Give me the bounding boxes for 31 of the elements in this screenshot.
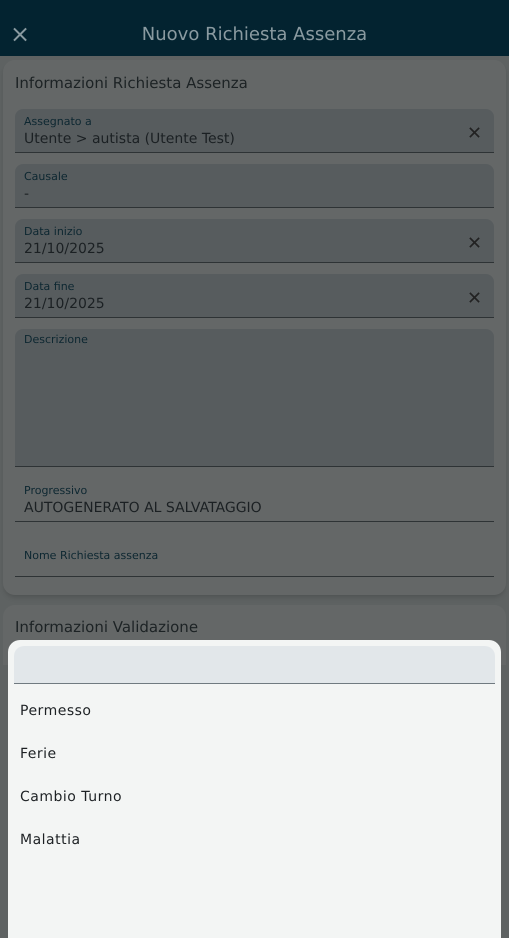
field-value: - bbox=[24, 185, 30, 204]
option-item[interactable]: Malattia bbox=[14, 819, 495, 862]
field-label: Causale bbox=[24, 170, 69, 184]
header-title: Nuovo Richiesta Assenza bbox=[142, 22, 368, 46]
section-title: Informazioni Validazione bbox=[15, 618, 198, 636]
field-value: 21/10/2025 bbox=[24, 240, 106, 259]
field-value: 21/10/2025 bbox=[24, 295, 106, 314]
field-label: Nome Richiesta assenza bbox=[24, 549, 160, 563]
field-label: Descrizione bbox=[24, 332, 89, 346]
input-field[interactable]: Progressivo AUTOGENERATO AL SALVATAGGIO bbox=[15, 478, 494, 522]
text-area[interactable]: Descrizione bbox=[15, 328, 494, 466]
input-field[interactable]: Data inizio 21/10/2025 bbox=[15, 218, 494, 262]
clear-icon[interactable] bbox=[468, 126, 481, 138]
close-button[interactable]: × bbox=[10, 20, 30, 48]
section-title: Informazioni Richiesta Assenza bbox=[15, 73, 249, 94]
field-label: Data fine bbox=[24, 280, 76, 294]
field-label: Assegnato a bbox=[24, 115, 93, 129]
clear-icon[interactable] bbox=[468, 290, 481, 304]
search-field[interactable] bbox=[14, 646, 495, 684]
option-item[interactable]: Ferie bbox=[14, 733, 495, 776]
option-item[interactable]: Permesso bbox=[14, 690, 495, 733]
input-field[interactable]: Data fine 21/10/2025 bbox=[15, 274, 494, 318]
field-label: Progressivo bbox=[24, 484, 88, 498]
clear-icon[interactable] bbox=[468, 236, 481, 248]
input-field[interactable]: Nome Richiesta assenza bbox=[15, 532, 494, 576]
field-value: AUTOGENERATO AL SALVATAGGIO bbox=[24, 499, 263, 518]
input-field[interactable]: Assegnato a Utente > autista (Utente Test) bbox=[15, 108, 494, 152]
field-label: Data inizio bbox=[24, 225, 84, 239]
option-item[interactable]: Cambio Turno bbox=[14, 776, 495, 819]
field-value: Utente > autista (Utente Test) bbox=[24, 130, 236, 149]
input-field[interactable]: Causale - bbox=[15, 164, 494, 208]
